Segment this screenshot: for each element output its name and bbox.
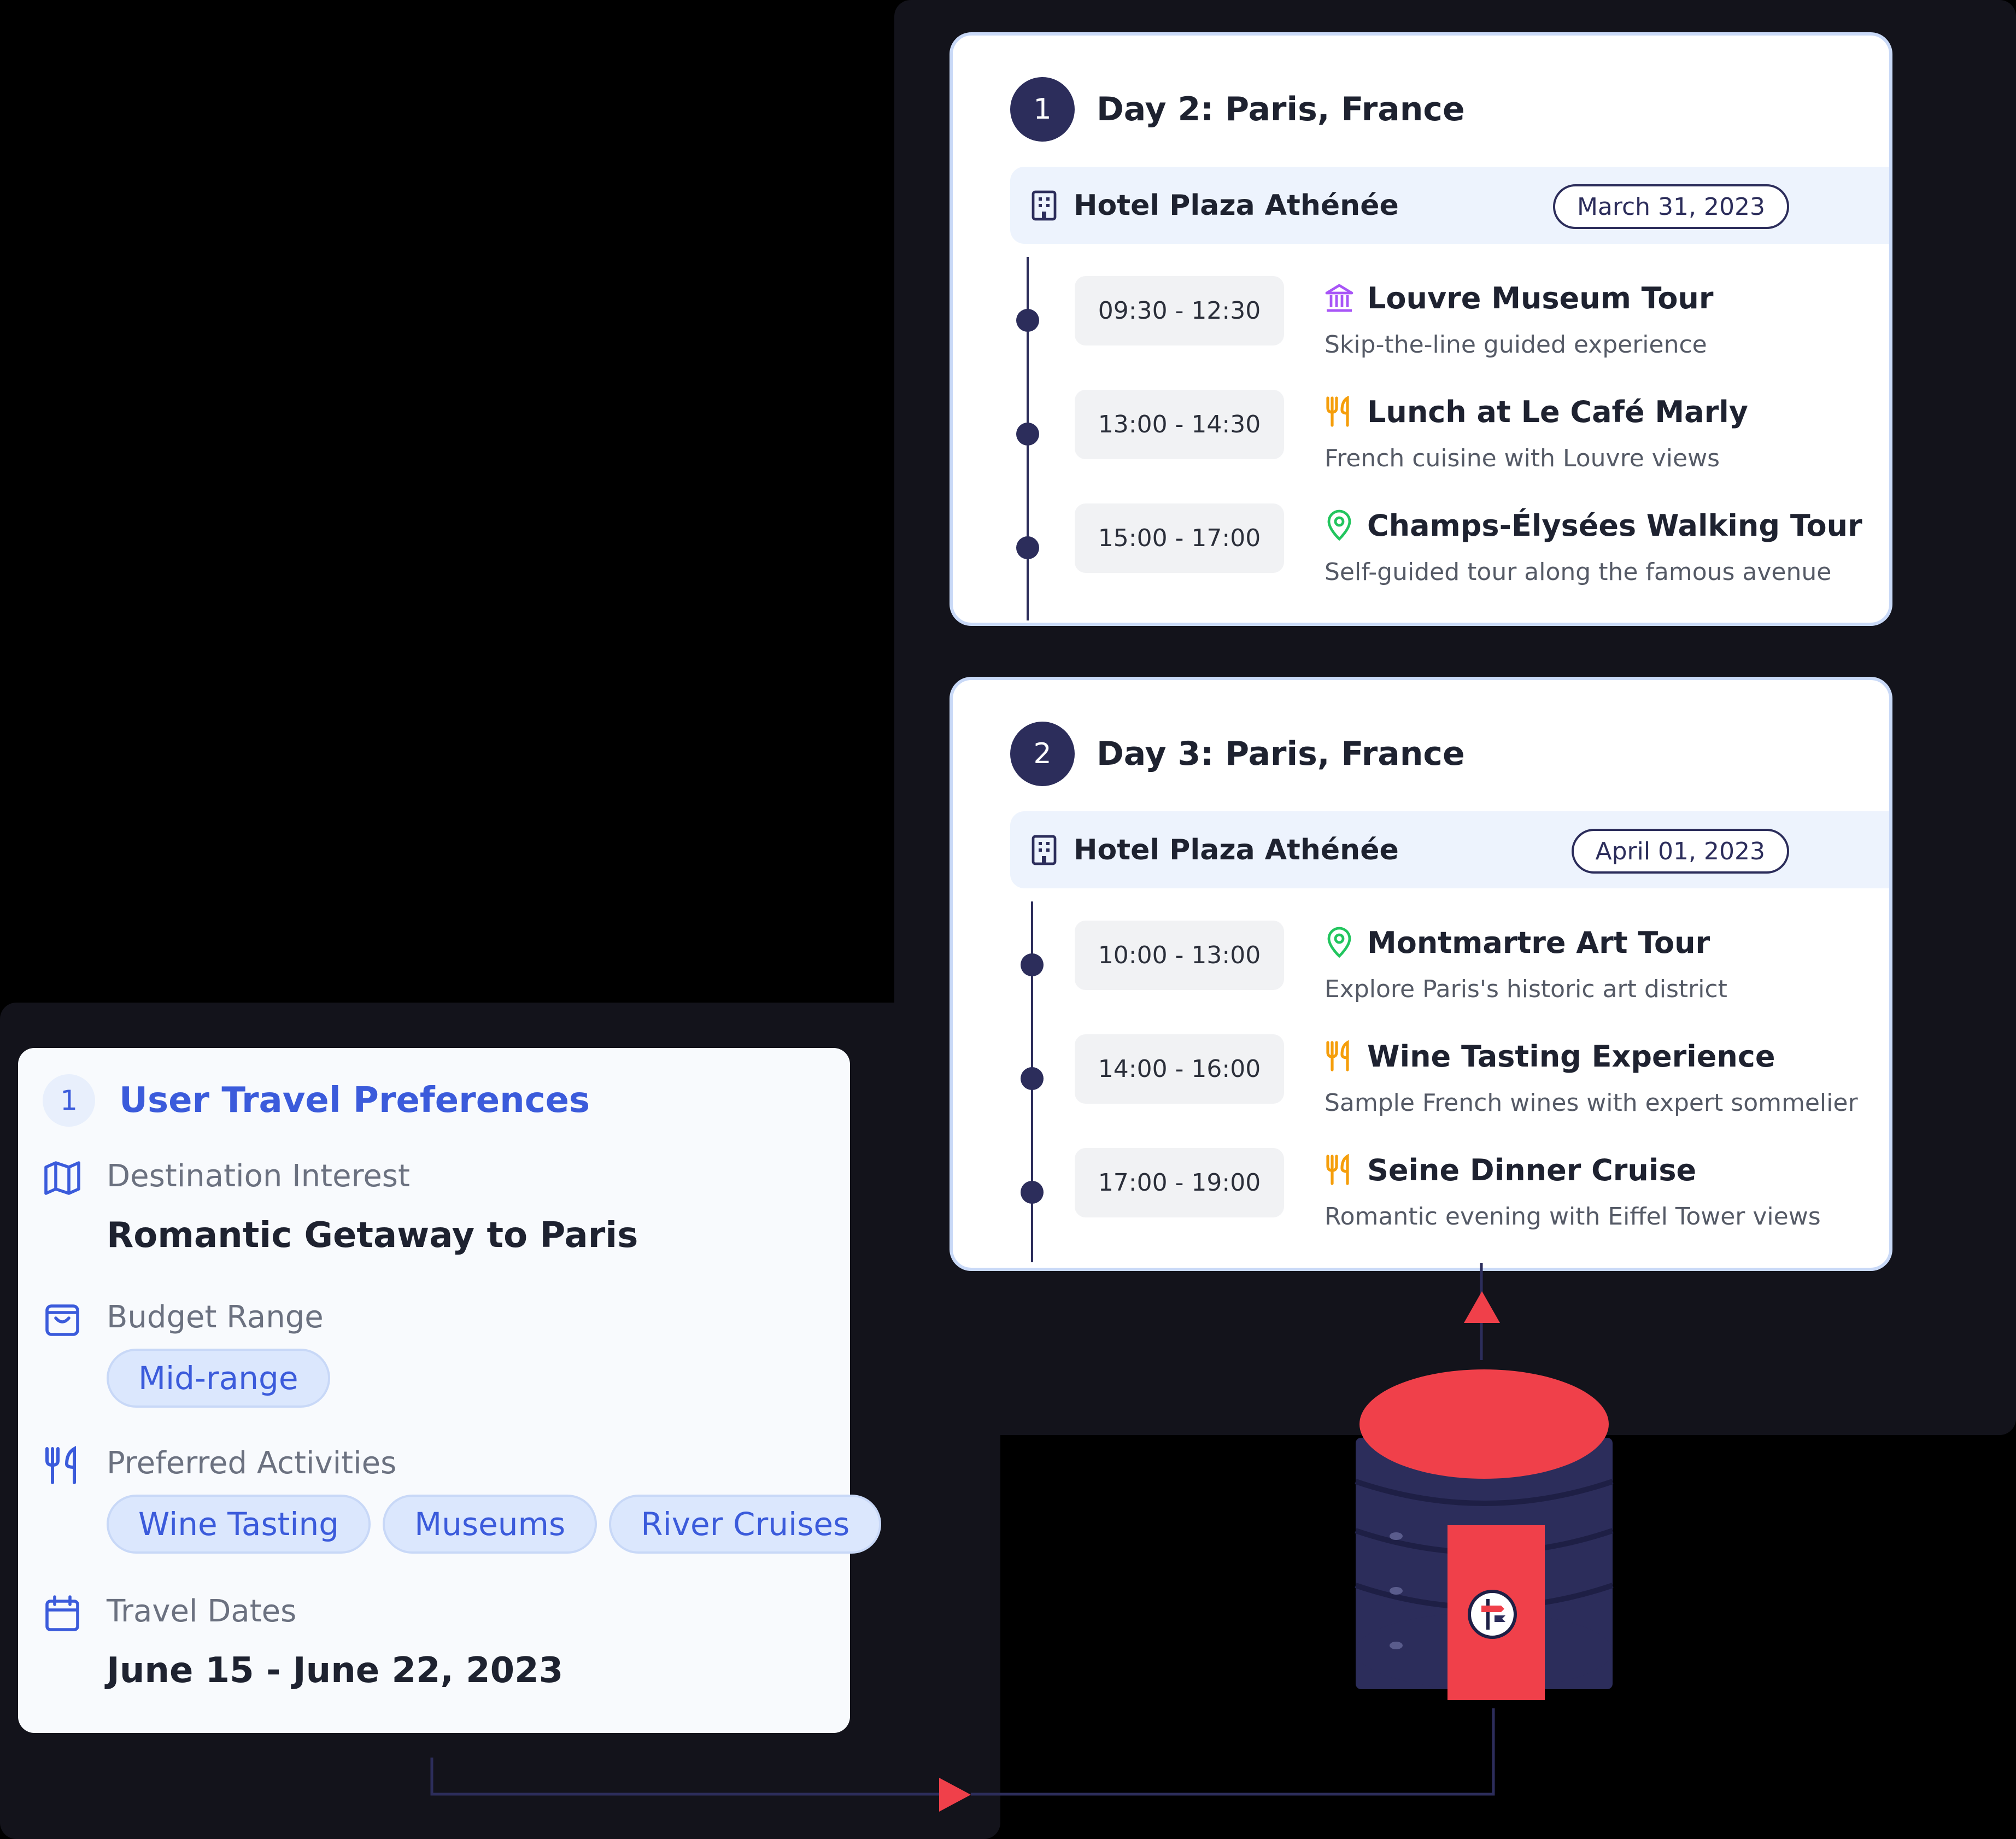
flow-connectors <box>430 1263 1500 1812</box>
connector-line <box>971 1708 1495 1796</box>
signpost-icon <box>1468 1590 1517 1639</box>
connector-line <box>430 1758 962 1796</box>
connector-arrow <box>1464 1291 1500 1323</box>
database-icon <box>1355 1369 1614 1700</box>
connector-arrow <box>939 1778 971 1812</box>
